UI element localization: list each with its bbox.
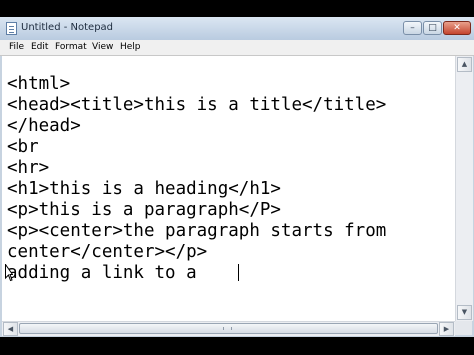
notepad-icon[interactable]	[6, 22, 17, 35]
title-bar[interactable]: Untitled - Notepad – □ ✕	[0, 17, 474, 40]
horizontal-scroll-thumb[interactable]	[19, 323, 438, 334]
editor-line: adding a link to a	[7, 263, 208, 283]
scroll-down-icon[interactable]: ▼	[457, 305, 472, 320]
editor-line: center</center></p>	[7, 242, 208, 262]
editor-line: <p><center>the paragraph starts from	[7, 221, 387, 241]
editor-line: <hr>	[7, 158, 50, 178]
menu-bar: File Edit Format View Help	[0, 40, 474, 56]
text-editor[interactable]: <html> <head><title>this is a title</tit…	[2, 56, 455, 321]
menu-help[interactable]: Help	[120, 42, 141, 52]
text-caret	[238, 264, 239, 281]
scroll-up-icon[interactable]: ▲	[457, 57, 472, 72]
editor-line: <head><title>this is a title</title>	[7, 95, 387, 115]
editor-line: <h1>this is a heading</h1>	[7, 179, 281, 199]
menu-file[interactable]: File	[9, 42, 24, 52]
scroll-right-icon[interactable]: ▶	[439, 322, 454, 336]
scroll-left-icon[interactable]: ◀	[3, 322, 18, 336]
vertical-scrollbar[interactable]: ▲ ▼	[455, 56, 473, 321]
editor-line: </head>	[7, 116, 81, 136]
scrollbar-corner	[455, 321, 472, 335]
horizontal-scrollbar[interactable]: ◀ ▶	[2, 321, 455, 336]
notepad-window: Untitled - Notepad – □ ✕ File Edit Forma…	[0, 17, 474, 337]
maximize-button[interactable]: □	[423, 21, 442, 35]
editor-line: <br	[7, 137, 39, 157]
editor-line: <p>this is a paragraph</P>	[7, 200, 281, 220]
menu-edit[interactable]: Edit	[31, 42, 48, 52]
minimize-button[interactable]: –	[403, 21, 422, 35]
menu-format[interactable]: Format	[55, 42, 87, 52]
window-title: Untitled - Notepad	[21, 22, 114, 33]
mouse-pointer-icon	[5, 264, 13, 282]
close-button[interactable]: ✕	[443, 21, 471, 35]
editor-line: <html>	[7, 74, 71, 94]
menu-view[interactable]: View	[92, 42, 113, 52]
